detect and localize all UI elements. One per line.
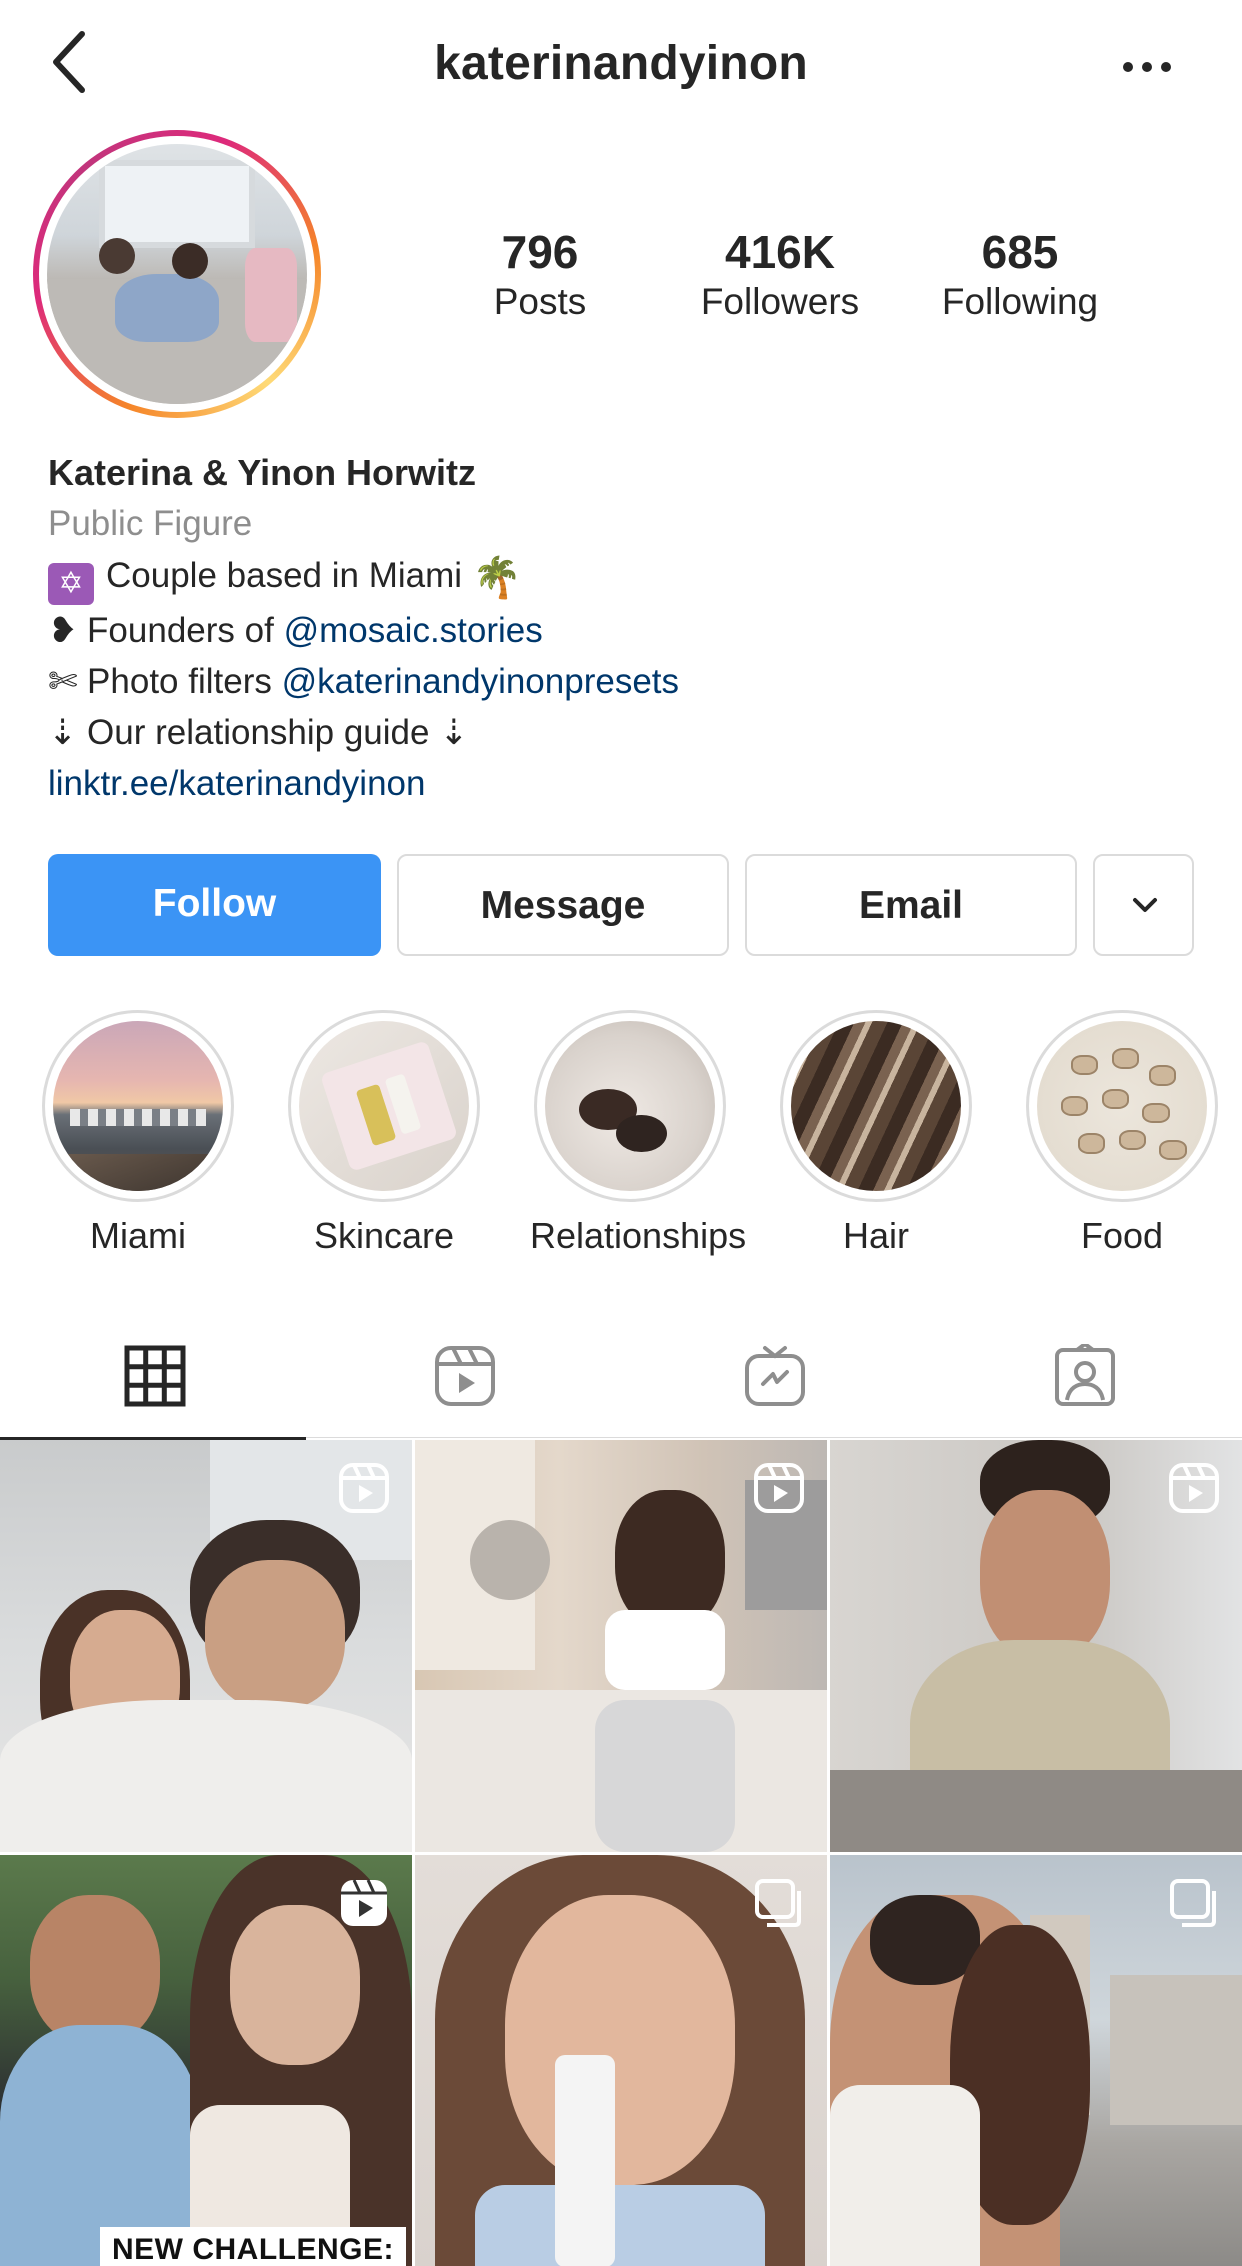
highlight-skincare[interactable]: Skincare <box>284 1010 484 1258</box>
post-thumbnail[interactable] <box>830 1855 1242 2266</box>
highlight-label: Miami <box>90 1215 186 1256</box>
profile-full-name: Katerina & Yinon Horwitz <box>48 452 477 493</box>
highlight-label: Food <box>1080 1215 1164 1256</box>
posts-count[interactable]: 796 Posts <box>430 225 650 325</box>
grid-icon <box>124 1345 186 1407</box>
bio-founders-text: ❥ Founders of <box>48 611 284 650</box>
message-button[interactable]: Message <box>397 854 729 956</box>
follow-button[interactable]: Follow <box>48 854 381 956</box>
tab-posts-grid[interactable] <box>0 1310 310 1440</box>
reel-icon <box>754 1463 804 1513</box>
suggested-accounts-button[interactable] <box>1093 854 1194 956</box>
bio-filters-text: ✄ Photo filters <box>48 662 282 701</box>
bio-line-guide: ⇣ Our relationship guide ⇣ <box>48 713 469 752</box>
top-bar: katerinandyinon <box>0 0 1242 130</box>
chevron-down-icon <box>1133 898 1157 912</box>
profile-avatar-story-ring[interactable] <box>33 130 321 418</box>
bio-line-filters: ✄ Photo filters @katerinandyinonpresets <box>48 656 1198 707</box>
profile-category: Public Figure <box>48 504 253 543</box>
reel-icon <box>341 1879 387 1926</box>
post-thumbnail[interactable] <box>830 1440 1242 1852</box>
profile-username: katerinandyinon <box>434 37 808 90</box>
tagged-person-icon <box>1055 1344 1115 1406</box>
highlight-label: Hair <box>842 1215 909 1256</box>
posts-count-label: Posts <box>493 281 587 322</box>
post-thumbnail[interactable] <box>415 1440 827 1852</box>
highlight-cover-miami <box>53 1021 223 1191</box>
bio-line-location: ✡ Couple based in Miami 🌴 <box>48 550 1198 605</box>
profile-content-tabs <box>0 1310 1242 1440</box>
highlight-cover-relationships <box>545 1021 715 1191</box>
carousel-icon <box>1170 1879 1216 1927</box>
highlight-relationships[interactable]: Relationships <box>530 1010 747 1258</box>
highlight-hair[interactable]: Hair <box>776 1010 976 1258</box>
following-count-label: Following <box>941 281 1099 322</box>
tab-igtv[interactable] <box>620 1310 930 1438</box>
post-thumbnail[interactable] <box>415 1855 827 2266</box>
highlight-miami[interactable]: Miami <box>38 1010 238 1258</box>
tab-reels[interactable] <box>310 1310 620 1438</box>
highlight-cover-skincare <box>299 1021 469 1191</box>
mention-link-presets[interactable]: @katerinandyinonpresets <box>282 662 679 701</box>
igtv-icon <box>745 1346 805 1406</box>
following-count-value: 685 <box>981 226 1059 278</box>
bio-location-text: Couple based in Miami <box>106 556 463 595</box>
followers-count-value: 416K <box>725 226 835 278</box>
carousel-icon <box>755 1879 801 1927</box>
highlight-label: Relationships <box>530 1215 747 1256</box>
reel-icon <box>1169 1463 1219 1513</box>
email-button[interactable]: Email <box>745 854 1077 956</box>
post-thumbnail[interactable] <box>0 1440 412 1852</box>
highlight-food[interactable]: Food <box>1022 1010 1222 1258</box>
reel-icon <box>339 1463 389 1513</box>
highlight-label: Skincare <box>313 1215 455 1256</box>
posts-count-value: 796 <box>501 226 579 278</box>
posts-grid: NEW CHALLENGE: <box>0 1440 1242 2266</box>
profile-bio: Katerina & Yinon Horwitz Public Figure ✡… <box>48 448 1198 809</box>
post-thumbnail[interactable]: NEW CHALLENGE: <box>0 1855 412 2266</box>
story-highlights: Miami Skincare Relationships Hair Food <box>0 1010 1242 1270</box>
reels-icon <box>435 1346 495 1406</box>
avatar <box>47 144 307 404</box>
star-of-david-icon: ✡ <box>48 563 94 605</box>
followers-count-label: Followers <box>700 281 860 322</box>
following-count[interactable]: 685 Following <box>910 225 1130 325</box>
tab-tagged[interactable] <box>930 1310 1240 1438</box>
highlight-cover-hair <box>791 1021 961 1191</box>
followers-count[interactable]: 416K Followers <box>670 225 890 325</box>
bio-external-link[interactable]: linktr.ee/katerinandyinon <box>48 758 1198 809</box>
highlight-cover-food <box>1037 1021 1207 1191</box>
palm-tree-icon: 🌴 <box>472 556 522 600</box>
mention-link-mosaic[interactable]: @mosaic.stories <box>284 611 543 650</box>
bio-line-founders: ❥ Founders of @mosaic.stories <box>48 605 1198 656</box>
more-options-icon[interactable] <box>1122 52 1172 82</box>
post-caption-overlay: NEW CHALLENGE: <box>100 2227 406 2266</box>
